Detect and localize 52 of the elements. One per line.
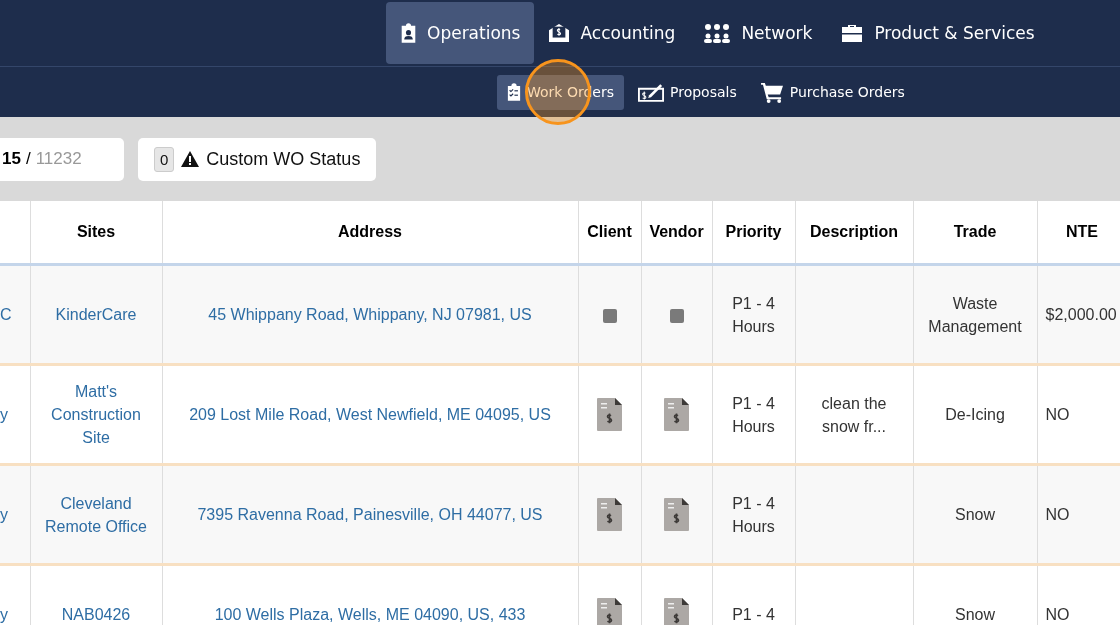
site-link[interactable]: Matt's Construction Site	[30, 364, 162, 465]
current-count: 15	[2, 149, 21, 169]
table-cell: y	[0, 364, 30, 465]
invoice-dollar-icon[interactable]	[664, 398, 689, 431]
sub-nav-tab[interactable]: Proposals	[628, 74, 747, 110]
priority-cell: P1 - 4 Hours	[712, 264, 795, 365]
nte-cell: NO	[1037, 564, 1120, 625]
table-cell: y	[0, 464, 30, 565]
main-nav-tab[interactable]: Network	[689, 2, 827, 64]
address-link[interactable]: 100 Wells Plaza, Wells, ME 04090, US, 433	[162, 564, 578, 625]
priority-cell: P1 - 4 Hours	[712, 364, 795, 465]
invoice-dollar-icon[interactable]	[597, 398, 622, 431]
clipboard-person-icon	[400, 22, 417, 44]
address-link[interactable]: 45 Whippany Road, Whippany, NJ 07981, US	[162, 264, 578, 365]
trade-cell: Snow	[913, 564, 1037, 625]
trade-cell: De-Icing	[913, 364, 1037, 465]
table-cell: C	[0, 264, 30, 365]
trade-cell: Waste Management	[913, 264, 1037, 365]
address-link[interactable]: 209 Lost Mile Road, West Newfield, ME 04095, US	[162, 364, 578, 465]
site-link[interactable]: KinderCare	[30, 264, 162, 365]
cart-icon	[760, 81, 784, 103]
site-link[interactable]: Cleveland Remote Office	[30, 464, 162, 565]
priority-cell: P1 - 4	[712, 564, 795, 625]
placeholder-square-icon	[669, 308, 684, 323]
trade-cell: Snow	[913, 464, 1037, 565]
sub-nav-tab[interactable]: Purchase Orders	[750, 74, 915, 110]
checklist-icon	[507, 83, 521, 101]
envelope-dollar-icon	[548, 23, 571, 43]
site-link[interactable]: NAB0426	[30, 564, 162, 625]
invoice-dollar-icon[interactable]	[664, 498, 689, 531]
placeholder-square-icon	[602, 308, 617, 323]
nte-cell: NO	[1037, 364, 1120, 465]
status-filter-button[interactable]: 0 Custom WO Status	[138, 137, 377, 181]
main-nav-tab[interactable]: Accounting	[534, 2, 690, 64]
status-count-badge: 0	[154, 146, 175, 172]
main-nav-tab[interactable]: Product & Services	[826, 2, 1049, 64]
main-nav-tab[interactable]: Operations	[386, 2, 535, 64]
count-separator: /	[25, 149, 31, 169]
table-cell: y	[0, 564, 30, 625]
address-link[interactable]: 7395 Ravenna Road, Painesville, OH 44077, US	[162, 464, 578, 565]
nte-cell: NO	[1037, 464, 1120, 565]
nte-cell: $2,000.00	[1037, 264, 1120, 365]
invoice-dollar-icon[interactable]	[597, 598, 622, 625]
warning-icon	[181, 151, 200, 167]
description-cell: clean the snow fr...	[795, 364, 913, 465]
briefcase-icon	[840, 23, 865, 43]
people-icon	[703, 23, 732, 43]
priority-cell: P1 - 4 Hours	[712, 464, 795, 565]
total-count: 11232	[35, 149, 82, 169]
check-dollar-icon	[638, 82, 664, 102]
invoice-dollar-icon[interactable]	[664, 598, 689, 625]
invoice-dollar-icon[interactable]	[597, 498, 622, 531]
